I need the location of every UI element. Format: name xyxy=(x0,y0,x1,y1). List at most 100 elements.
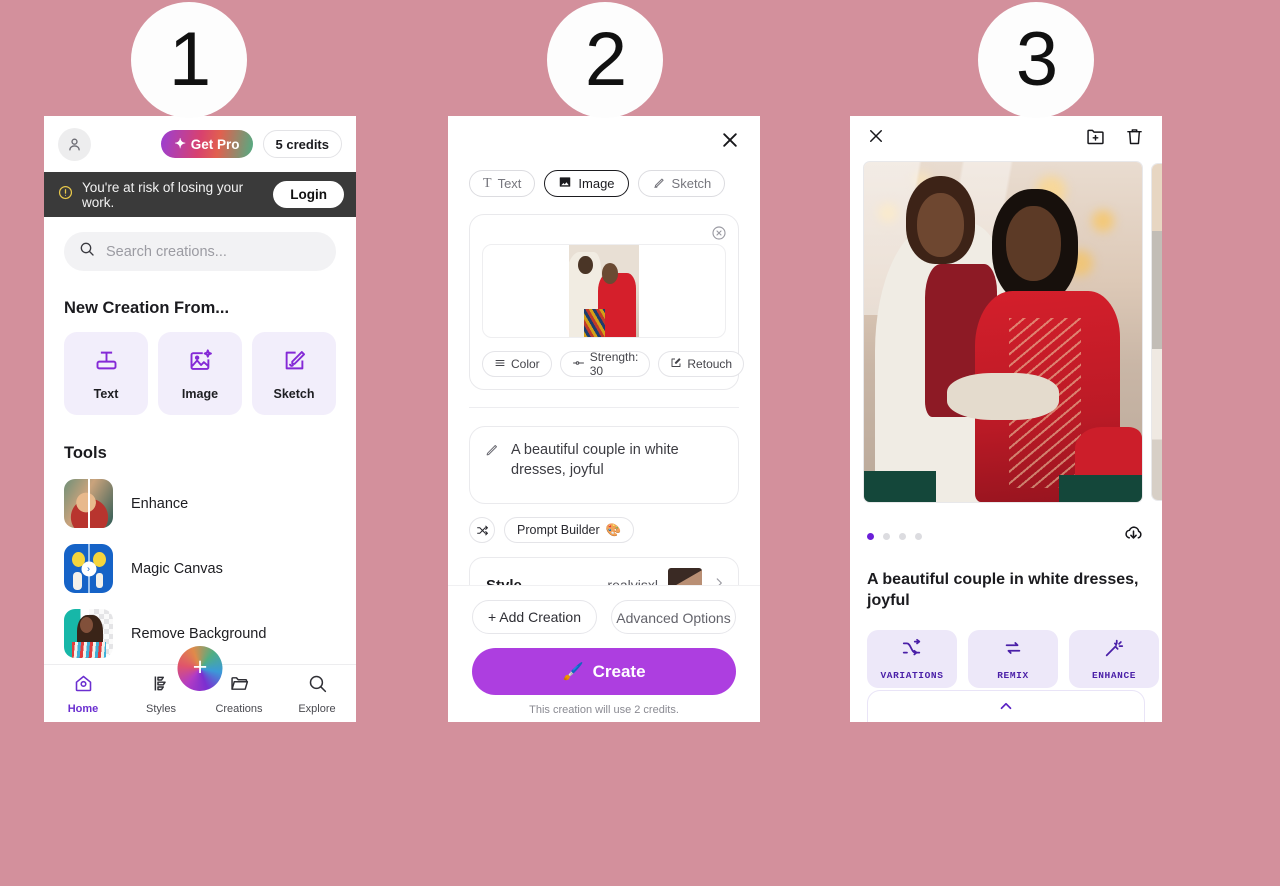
retouch-pencil-icon xyxy=(670,357,682,372)
home-content: Search creations... New Creation From...… xyxy=(44,232,356,658)
step-badge-2: 2 xyxy=(547,2,663,118)
phone-screen-result: A beautiful couple in white dresses, joy… xyxy=(850,116,1162,722)
folder-plus-icon[interactable] xyxy=(1085,126,1106,152)
action-label: VARIATIONS xyxy=(880,670,944,682)
phone-screen-home: ✦ Get Pro 5 credits You're at risk of lo… xyxy=(44,116,356,722)
nav-item-home[interactable]: Home xyxy=(44,673,122,715)
close-icon[interactable] xyxy=(867,127,885,150)
carousel-dot-3[interactable] xyxy=(899,532,906,540)
carousel-dots xyxy=(850,522,1162,550)
search-placeholder: Search creations... xyxy=(106,243,227,260)
topbar-actions: ✦ Get Pro 5 credits xyxy=(161,130,342,158)
text-icon: T xyxy=(483,175,492,191)
carousel-next-image-peek[interactable] xyxy=(1151,163,1162,501)
prompt-builder-button[interactable]: Prompt Builder 🎨 xyxy=(504,517,635,543)
cloud-download-icon[interactable] xyxy=(1122,522,1145,550)
create-fab-button[interactable]: + xyxy=(177,646,223,691)
action-label: REMIX xyxy=(997,670,1029,682)
action-label: ENHANCE xyxy=(1091,670,1137,682)
create-button[interactable]: 🖌️ Create xyxy=(472,648,736,695)
new-creation-title: New Creation From... xyxy=(64,299,230,317)
action-enhance[interactable]: ENHANCE xyxy=(1069,630,1159,689)
partial-arrow-icon xyxy=(997,697,1015,720)
step-badge-1: 1 xyxy=(131,2,247,118)
nav-label: Styles xyxy=(146,703,176,715)
advanced-options-button[interactable]: Advanced Options xyxy=(611,600,736,634)
shuffle-icon[interactable] xyxy=(469,517,495,543)
nav-label: Creations xyxy=(215,703,263,715)
create-button-label: Create xyxy=(592,661,646,681)
sliders-icon xyxy=(494,357,506,372)
carousel-dot-2[interactable] xyxy=(883,532,890,540)
carousel-dot-4[interactable] xyxy=(915,532,922,540)
generated-couple-photo[interactable] xyxy=(863,161,1143,503)
tool-item-enhance[interactable]: Enhance xyxy=(64,479,336,528)
new-creation-options: Text Image Sketch xyxy=(64,332,336,415)
get-pro-button[interactable]: ✦ Get Pro xyxy=(161,130,253,158)
step-number: 1 xyxy=(168,17,211,102)
enhance-wand-icon xyxy=(1103,637,1125,664)
mode-tab-text[interactable]: T Text xyxy=(469,170,536,197)
sketch-icon xyxy=(652,175,666,192)
image-icon xyxy=(558,175,572,192)
option-strength[interactable]: Strength: 30 xyxy=(559,350,651,378)
action-variations[interactable]: VARIATIONS xyxy=(867,630,957,689)
credits-label: 5 credits xyxy=(275,136,329,152)
plus-icon: + xyxy=(192,652,208,681)
section-divider xyxy=(469,407,739,408)
new-creation-text[interactable]: Text xyxy=(64,332,148,415)
action-remix[interactable]: REMIX xyxy=(968,630,1058,689)
mode-tab-label: Text xyxy=(497,176,522,191)
mode-tab-image[interactable]: Image xyxy=(544,170,629,197)
search-icon xyxy=(79,241,95,262)
close-icon[interactable] xyxy=(720,130,740,155)
nav-item-explore[interactable]: Explore xyxy=(278,673,356,715)
credits-note: This creation will use 2 credits. xyxy=(529,704,679,716)
phone-screen-create: T Text Image Sketch Color Strength: 30 R… xyxy=(448,116,760,722)
clear-circle-icon[interactable] xyxy=(711,225,727,246)
home-topbar: ✦ Get Pro 5 credits xyxy=(44,116,356,172)
new-creation-image[interactable]: Image xyxy=(158,332,242,415)
reference-photo xyxy=(569,245,639,337)
poster-stage: 1 2 3 ✦ Get Pro 5 credits You're at risk… xyxy=(0,0,1280,886)
step-badge-3: 3 xyxy=(978,2,1094,118)
result-header xyxy=(850,116,1162,161)
option-retouch[interactable]: Retouch xyxy=(658,351,745,377)
mode-tab-sketch[interactable]: Sketch xyxy=(637,170,726,197)
new-creation-text-label: Text xyxy=(93,386,119,401)
mode-tab-label: Sketch xyxy=(671,176,712,191)
result-caption: A beautiful couple in white dresses, joy… xyxy=(867,571,1139,610)
warning-text: You're at risk of losing your work. xyxy=(82,179,244,210)
trash-icon[interactable] xyxy=(1124,126,1145,152)
login-button[interactable]: Login xyxy=(273,181,344,208)
paintbrush-icon: 🖌️ xyxy=(562,661,584,681)
warning-banner: You're at risk of losing your work. Logi… xyxy=(44,172,356,217)
nav-label: Explore xyxy=(298,703,336,715)
credits-badge[interactable]: 5 credits xyxy=(262,130,342,158)
prompt-input[interactable]: A beautiful couple in white dresses, joy… xyxy=(469,426,739,504)
bottom-nav: Home Styles Creations Explore + xyxy=(44,646,356,722)
remix-icon xyxy=(1002,637,1024,664)
footer-buttons: + Add Creation Advanced Options xyxy=(472,600,736,634)
hero-photo-content xyxy=(864,162,1142,502)
tool-label: Enhance xyxy=(131,495,189,512)
new-creation-sketch[interactable]: Sketch xyxy=(252,332,336,415)
user-avatar-icon[interactable] xyxy=(58,127,91,161)
variations-icon xyxy=(901,637,923,664)
tool-item-magic-canvas[interactable]: › Magic Canvas xyxy=(64,544,336,593)
result-bottom-card[interactable] xyxy=(867,690,1145,722)
option-color[interactable]: Color xyxy=(482,351,552,377)
mode-tab-label: Image xyxy=(578,176,615,191)
alert-circle-icon xyxy=(58,185,73,205)
search-input[interactable]: Search creations... xyxy=(64,232,336,271)
strength-slider-icon xyxy=(572,357,585,372)
new-creation-sketch-label: Sketch xyxy=(273,386,315,401)
add-creation-button[interactable]: + Add Creation xyxy=(472,600,597,634)
magic-canvas-thumbnail: › xyxy=(64,544,113,593)
folder-icon xyxy=(229,673,250,699)
option-label: Strength: 30 xyxy=(589,350,639,378)
prompt-builder-label: Prompt Builder xyxy=(517,523,600,537)
carousel-dot-1[interactable] xyxy=(867,532,874,540)
reference-image-card: Color Strength: 30 Retouch xyxy=(469,214,745,390)
reference-image-preview[interactable] xyxy=(482,244,726,338)
